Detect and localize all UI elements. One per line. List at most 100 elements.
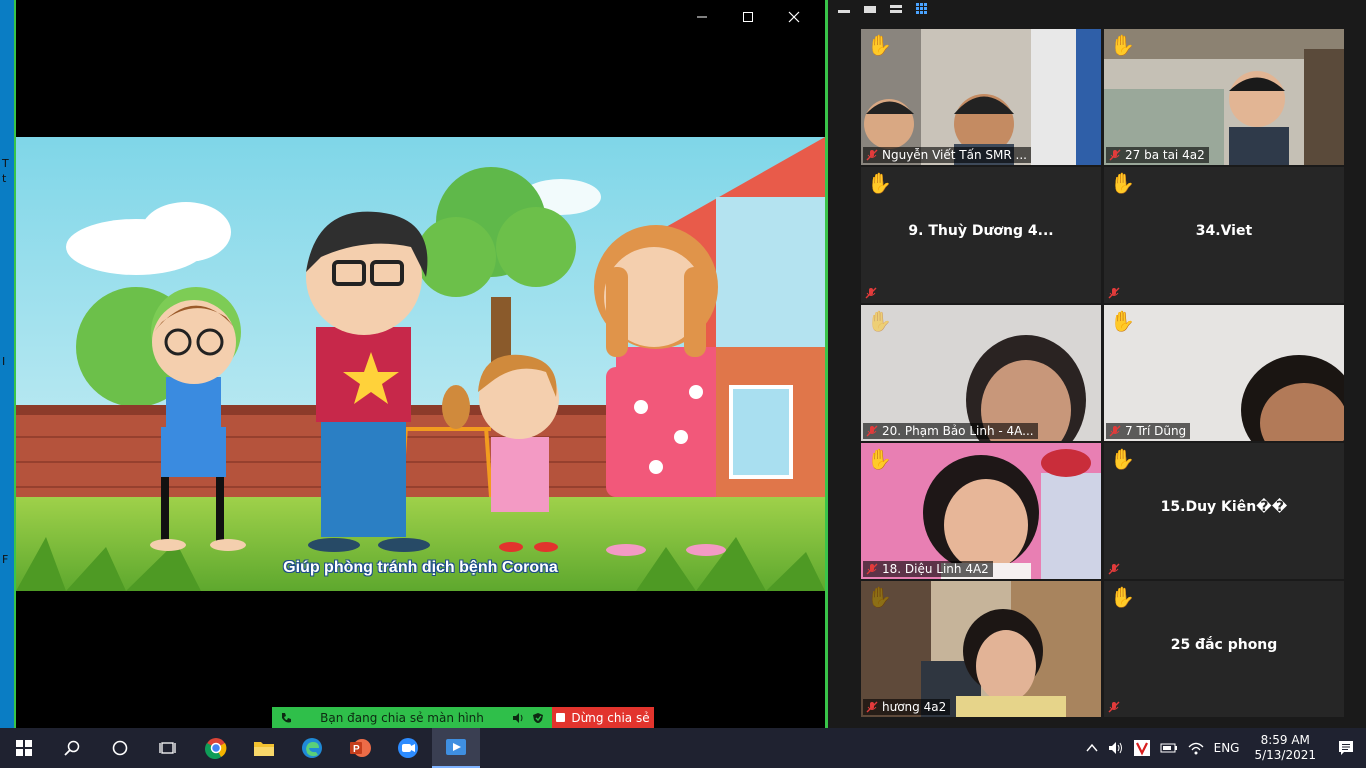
taskbar-chrome[interactable] — [192, 728, 240, 768]
participant-tile[interactable]: ✋ 27 ba tai 4a2 — [1104, 29, 1344, 165]
participant-tile[interactable]: ✋ 18. Diệu Linh 4A2 — [861, 443, 1101, 579]
maximize-button[interactable] — [725, 6, 771, 28]
mic-muted-icon — [1109, 425, 1121, 437]
participant-tile[interactable]: ✋ hương 4a2 — [861, 581, 1101, 717]
stop-share-button[interactable]: Dừng chia sẻ — [552, 707, 654, 728]
taskbar-zoom[interactable] — [384, 728, 432, 768]
video-frame[interactable]: Giúp phòng tránh dịch bệnh Corona — [16, 137, 825, 591]
start-button[interactable] — [0, 728, 48, 768]
clock-date: 5/13/2021 — [1254, 748, 1316, 762]
search-icon — [64, 740, 80, 756]
input-language[interactable]: ENG — [1209, 741, 1245, 755]
participant-name-tag: 27 ba tai 4a2 — [1106, 147, 1209, 163]
participant-tile[interactable]: ✋ 20. Phạm Bảo Linh - 4A... — [861, 305, 1101, 441]
chevron-up-icon — [1086, 743, 1098, 752]
phone-icon — [282, 712, 291, 722]
mic-muted-icon — [866, 425, 878, 437]
grid-view-icon[interactable] — [916, 3, 928, 15]
minimize-button[interactable] — [679, 6, 725, 28]
action-center-button[interactable] — [1326, 740, 1366, 756]
unikey-icon — [1133, 740, 1150, 756]
video-player-window: Giúp phòng tránh dịch bệnh Corona — [14, 0, 828, 728]
participant-name-tag: 18. Diệu Linh 4A2 — [863, 561, 993, 577]
search-button[interactable] — [48, 728, 96, 768]
unikey-button[interactable] — [1129, 740, 1155, 756]
close-button[interactable] — [771, 6, 817, 28]
desktop-icon-label[interactable]: t — [2, 172, 6, 185]
raised-hand-icon: ✋ — [867, 33, 892, 57]
participant-name: 18. Diệu Linh 4A2 — [882, 562, 989, 576]
mic-muted-icon — [865, 287, 877, 299]
clock[interactable]: 8:59 AM 5/13/2021 — [1244, 733, 1326, 763]
clock-time: 8:59 AM — [1260, 733, 1310, 747]
speaker-view-icon[interactable] — [864, 4, 876, 14]
participant-tile[interactable]: ✋ 7 Trí Dũng — [1104, 305, 1344, 441]
raised-hand-icon: ✋ — [867, 171, 892, 195]
mic-muted-icon — [866, 701, 878, 713]
participant-name-tag: Nguyễn Viết Tấn SMR ... — [863, 147, 1031, 163]
zoom-icon — [398, 738, 418, 758]
raised-hand-icon: ✋ — [1110, 447, 1135, 471]
volume-icon — [1108, 742, 1122, 754]
system-tray: ENG 8:59 AM 5/13/2021 — [1081, 728, 1366, 768]
raised-hand-icon: ✋ — [867, 447, 892, 471]
raised-hand-icon: ✋ — [1110, 171, 1135, 195]
taskbar-powerpoint[interactable]: P — [336, 728, 384, 768]
strip-view-icon[interactable] — [890, 4, 902, 14]
volume-button[interactable] — [1103, 741, 1129, 755]
minimize-video-icon[interactable] — [838, 4, 850, 14]
participant-tile[interactable]: ✋ 25 đắc phong — [1104, 581, 1344, 717]
participant-name: 7 Trí Dũng — [1125, 424, 1187, 438]
desktop-icon-label[interactable]: T — [2, 157, 9, 170]
raised-hand-icon: ✋ — [1110, 33, 1135, 57]
mic-muted-icon — [1108, 287, 1120, 299]
participant-video — [861, 29, 1101, 165]
show-hidden-icons-button[interactable] — [1081, 743, 1103, 753]
shield-icon[interactable] — [532, 712, 544, 724]
task-view-button[interactable] — [144, 728, 192, 768]
desktop-icon-label[interactable]: F — [2, 553, 8, 566]
desktop-background: T t I F — [0, 0, 14, 728]
edge-icon — [302, 738, 322, 758]
participant-tile[interactable]: ✋ Nguyễn Viết Tấn SMR ... — [861, 29, 1101, 165]
taskbar: P ENG 8:59 AM 5/13/2021 — [0, 728, 1366, 768]
participant-tile[interactable]: ✋ 15.Duy Kiên�� — [1104, 443, 1344, 579]
maximize-icon — [743, 12, 753, 22]
participant-name: 20. Phạm Bảo Linh - 4A... — [882, 424, 1034, 438]
raised-hand-icon: ✋ — [1110, 309, 1135, 333]
participant-name: 34.Viet — [1195, 223, 1253, 239]
battery-button[interactable] — [1155, 742, 1183, 754]
window-controls — [679, 6, 817, 28]
taskbar-edge[interactable] — [288, 728, 336, 768]
share-status-label: Bạn đang chia sẻ màn hình — [320, 710, 484, 725]
taskbar-file-explorer[interactable] — [240, 728, 288, 768]
wifi-button[interactable] — [1183, 741, 1209, 755]
participant-name: hương 4a2 — [882, 700, 947, 714]
speaker-icon[interactable] — [512, 712, 524, 724]
participant-tile[interactable]: ✋ 34.Viet — [1104, 167, 1344, 303]
raised-hand-icon: ✋ — [867, 309, 892, 333]
participant-video — [861, 305, 1101, 441]
participant-name: 27 ba tai 4a2 — [1125, 148, 1205, 162]
participant-tile[interactable]: ✋ 9. Thuỳ Dương 4... — [861, 167, 1101, 303]
mic-muted-icon — [1109, 149, 1121, 161]
participant-video — [861, 581, 1101, 717]
close-icon — [788, 11, 800, 23]
svg-text:P: P — [353, 744, 360, 755]
taskbar-video-player[interactable] — [432, 728, 480, 768]
screen-share-toolbar: Bạn đang chia sẻ màn hình Dừng chia sẻ — [272, 707, 654, 728]
mic-muted-icon — [866, 563, 878, 575]
share-status-bar[interactable]: Bạn đang chia sẻ màn hình — [272, 707, 552, 728]
cortana-button[interactable] — [96, 728, 144, 768]
mic-muted-icon — [1108, 701, 1120, 713]
cartoon-illustration — [16, 137, 825, 591]
stop-share-label: Dừng chia sẻ — [571, 710, 650, 725]
participant-name-tag: hương 4a2 — [863, 699, 951, 715]
chrome-icon — [205, 738, 227, 759]
participant-name-tag: 7 Trí Dũng — [1106, 423, 1191, 439]
folder-icon — [254, 742, 274, 756]
desktop-icon-label[interactable]: I — [2, 355, 5, 368]
cortana-icon — [112, 740, 128, 756]
wifi-icon — [1188, 742, 1204, 755]
gallery-view-controls — [838, 2, 928, 16]
